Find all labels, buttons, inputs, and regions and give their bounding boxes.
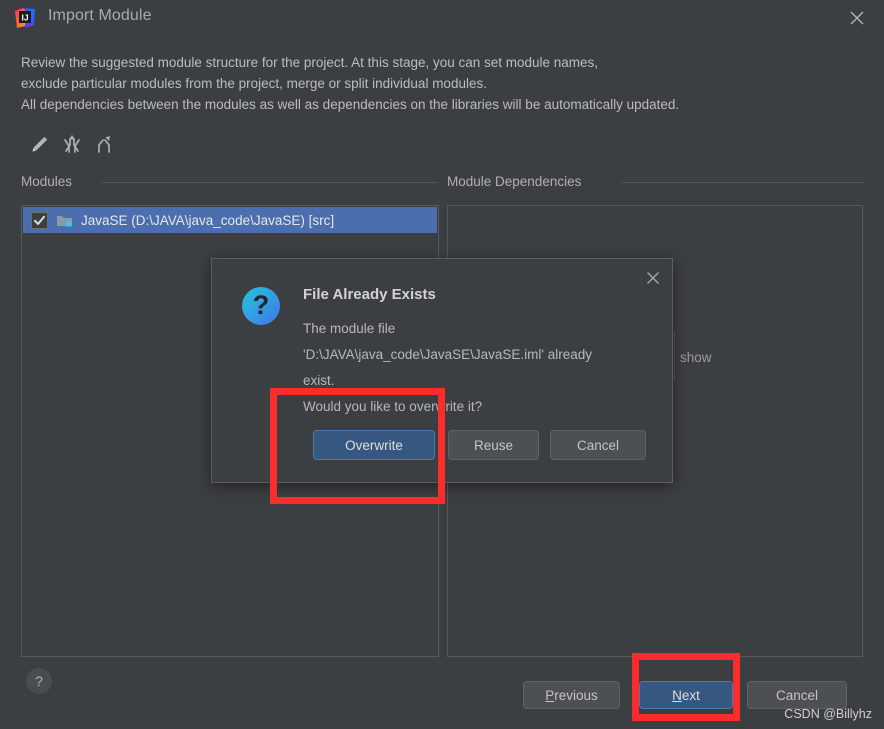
question-mark-icon: ? <box>242 287 280 325</box>
question-mark-glyph: ? <box>252 289 270 320</box>
dependencies-section-label: Module Dependencies <box>447 174 582 189</box>
overwrite-label: Overwrite <box>345 437 403 453</box>
dependencies-section-rule <box>622 182 863 183</box>
file-already-exists-dialog: ? File Already Exists The module file 'D… <box>211 258 673 483</box>
module-label: JavaSE (D:\JAVA\java_code\JavaSE) [src] <box>81 212 335 228</box>
dependencies-divider <box>674 331 675 381</box>
description-line-3: All dependencies between the modules as … <box>21 97 680 112</box>
module-checkbox[interactable] <box>31 211 48 229</box>
dialog-message-line-3: exist. <box>303 373 335 388</box>
split-module-icon[interactable] <box>92 132 116 156</box>
help-button[interactable]: ? <box>26 668 52 694</box>
window-title: Import Module <box>48 7 152 24</box>
svg-text:IJ: IJ <box>21 13 28 23</box>
pencil-icon[interactable] <box>28 132 52 156</box>
reuse-label: Reuse <box>473 437 514 453</box>
cancel-label: Cancel <box>775 687 819 703</box>
import-module-window: IJ Import Module Review the suggested mo… <box>0 0 884 729</box>
reuse-button[interactable]: Reuse <box>448 430 539 460</box>
title-bar: IJ Import Module <box>0 0 884 36</box>
next-label: ext <box>681 687 700 703</box>
cancel-button[interactable]: Cancel <box>747 681 847 709</box>
overwrite-button[interactable]: Overwrite <box>313 430 435 460</box>
help-label: ? <box>35 673 43 689</box>
dialog-cancel-label: Cancel <box>576 437 620 453</box>
dialog-cancel-button[interactable]: Cancel <box>550 430 646 460</box>
merge-modules-icon[interactable] <box>60 132 84 156</box>
description-text: Review the suggested module structure fo… <box>21 52 871 115</box>
window-close-icon[interactable] <box>845 6 869 30</box>
previous-label: revious <box>554 687 598 703</box>
modules-section-label: Modules <box>21 174 73 189</box>
dialog-title: File Already Exists <box>303 286 436 303</box>
module-list-item[interactable]: JavaSE (D:\JAVA\java_code\JavaSE) [src] <box>23 207 437 233</box>
module-folder-icon <box>56 213 73 228</box>
description-line-2: exclude particular modules from the proj… <box>21 76 487 91</box>
dialog-close-icon[interactable] <box>642 267 664 289</box>
dialog-message: The module file 'D:\JAVA\java_code\JavaS… <box>303 316 653 420</box>
previous-button[interactable]: Previous <box>523 681 620 709</box>
intellij-idea-logo-icon: IJ <box>13 6 37 30</box>
dialog-message-line-4: Would you like to overwrite it? <box>303 399 483 414</box>
watermark: CSDN @Billyhz <box>784 707 872 721</box>
next-button[interactable]: Next <box>639 681 733 709</box>
modules-section-rule <box>102 182 438 183</box>
dialog-message-line-1: The module file <box>303 321 396 336</box>
dialog-message-line-2: 'D:\JAVA\java_code\JavaSE\JavaSE.iml' al… <box>303 347 593 362</box>
description-line-1: Review the suggested module structure fo… <box>21 55 599 70</box>
dependencies-show-text: show <box>680 350 712 365</box>
next-mnemonic: N <box>672 687 682 703</box>
previous-mnemonic: P <box>545 687 555 703</box>
